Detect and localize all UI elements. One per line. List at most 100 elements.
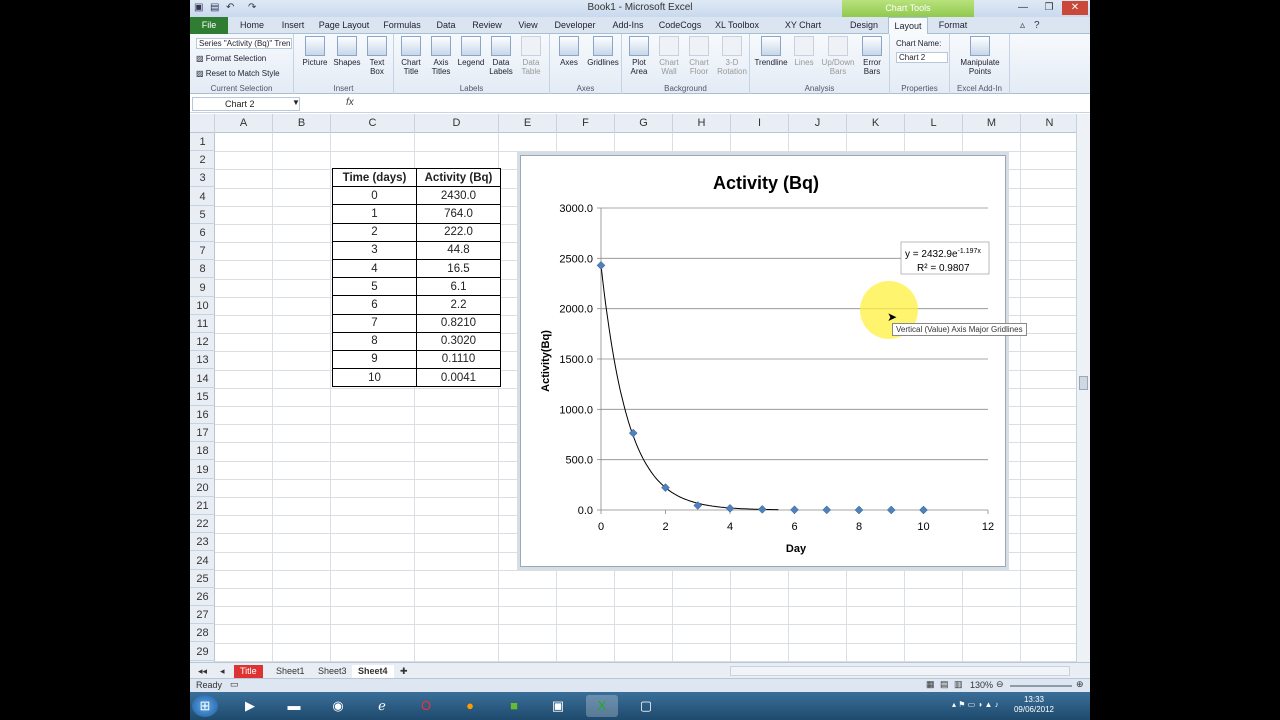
row-header-20[interactable]: 20 [190,479,215,497]
zoom-in-icon[interactable]: ⊕ [1076,679,1084,690]
row-header-11[interactable]: 11 [190,315,215,333]
time-cell[interactable]: 1 [332,204,417,224]
lines-button[interactable]: Lines [790,36,818,67]
minecraft-icon[interactable]: ■ [498,695,530,717]
zoom-out-icon[interactable]: ⊖ [996,679,1004,690]
time-cell[interactable]: 3 [332,240,417,260]
data-labels-button[interactable]: Data Labels [486,36,516,76]
zoom-slider[interactable] [1010,685,1072,687]
activity-cell[interactable]: 0.1110 [416,349,501,370]
tab-xl-toolbox[interactable]: XL Toolbox [714,17,760,34]
tab-add-ins[interactable]: Add-Ins [610,17,646,34]
prev-sheet-icon[interactable]: ◂ [214,665,231,678]
gridlines-button[interactable]: Gridlines [586,36,620,67]
column-header-g[interactable]: G [615,114,673,133]
row-header-10[interactable]: 10 [190,297,215,315]
data-point[interactable] [822,505,832,515]
chart-title-button[interactable]: Chart Title [396,36,426,76]
row-header-6[interactable]: 6 [190,224,215,242]
format-selection-button[interactable]: ▨ Format Selection [196,54,266,63]
row-header-26[interactable]: 26 [190,588,215,606]
data-point[interactable] [757,505,767,514]
restore-icon[interactable]: ❐ [1036,1,1062,15]
manipulate-points-button[interactable]: Manipulate Points [956,36,1004,76]
tab-formulas[interactable]: Formulas [382,17,422,34]
tab-layout[interactable]: Layout [888,17,928,35]
text-box-button[interactable]: Text Box [362,36,392,76]
time-cell[interactable]: 10 [332,368,417,388]
tab-file[interactable]: File [190,17,228,34]
row-header-14[interactable]: 14 [190,370,215,388]
up-down-bars-button[interactable]: Up/Down Bars [820,36,856,76]
tab-review[interactable]: Review [472,17,502,34]
tab-data[interactable]: Data [434,17,458,34]
reset-style-button[interactable]: ▨ Reset to Match Style [196,69,280,78]
column-header-l[interactable]: L [905,114,963,133]
row-header-25[interactable]: 25 [190,570,215,588]
activity-cell[interactable]: 0.8210 [416,313,501,333]
data-point[interactable] [790,505,799,515]
time-cell[interactable]: 2 [332,222,417,242]
chart-title[interactable]: Activity (Bq) [713,173,819,193]
insert-function-icon[interactable]: fx [346,97,354,108]
activity-cell[interactable]: 764.0 [416,204,501,224]
axes-button[interactable]: Axes [554,36,584,67]
column-header-a[interactable]: A [215,114,273,133]
formula-input[interactable] [362,97,1076,111]
activity-cell[interactable]: 2.2 [416,295,501,315]
header-time[interactable]: Time (days) [332,167,417,188]
3d-rotation-button[interactable]: 3-D Rotation [716,36,748,76]
row-header-5[interactable]: 5 [190,206,215,224]
chevron-down-icon[interactable]: ▼ [292,98,300,107]
row-header-22[interactable]: 22 [190,515,215,534]
tab-xy-chart-labels[interactable]: XY Chart Labels [772,17,834,47]
row-header-19[interactable]: 19 [190,461,215,479]
row-header-21[interactable]: 21 [190,497,215,515]
excel-taskbar-icon[interactable]: X [586,695,618,717]
activity-cell[interactable]: 222.0 [416,222,501,242]
column-header-j[interactable]: J [789,114,847,133]
row-header-15[interactable]: 15 [190,388,215,406]
activity-cell[interactable]: 0.0041 [416,368,501,388]
view-normal-icon[interactable]: ▦ [926,679,935,690]
row-header-17[interactable]: 17 [190,424,215,443]
row-header-16[interactable]: 16 [190,406,215,424]
row-header-8[interactable]: 8 [190,260,215,279]
folder-icon[interactable]: ▬ [278,695,310,717]
macro-record-icon[interactable]: ▭ [230,679,239,690]
y-axis-title[interactable]: Activity(Bq) [540,330,552,392]
activity-cell[interactable]: 6.1 [416,277,501,297]
column-header-b[interactable]: B [273,114,331,133]
tab-developer[interactable]: Developer [553,17,597,34]
collapse-ribbon-icon[interactable]: ▵ [1020,20,1025,31]
picture-button[interactable]: Picture [300,36,330,67]
chart-element-dropdown[interactable]: Series "Activity (Bq)" Tren [196,38,292,49]
row-header-23[interactable]: 23 [190,533,215,552]
column-header-c[interactable]: C [331,114,415,133]
sheet-tab-sheet1[interactable]: Sheet1 [270,665,311,678]
axis-titles-button[interactable]: Axis Titles [426,36,456,76]
column-header-n[interactable]: N [1021,114,1076,133]
chart-object[interactable]: Activity (Bq) Activity(Bq) Day 0.0 500.0 1… [517,152,1009,570]
chart-area[interactable]: Activity (Bq) Activity(Bq) Day 0.0 500.0 1… [520,155,1006,567]
name-box[interactable]: Chart 2 [192,97,300,111]
row-header-7[interactable]: 7 [190,242,215,261]
row-header-12[interactable]: 12 [190,333,215,352]
system-clock[interactable]: 13:33 09/06/2012 [1014,695,1054,715]
time-cell[interactable]: 6 [332,295,417,315]
tab-design[interactable]: Design [846,17,882,34]
column-header-i[interactable]: I [731,114,789,133]
row-header-18[interactable]: 18 [190,442,215,461]
sheet-tab-sheet3[interactable]: Sheet3 [312,665,353,678]
tab-insert[interactable]: Insert [278,17,308,34]
trendline[interactable] [600,265,779,511]
sheet-tab-title[interactable]: Title [234,665,263,678]
trendline-label[interactable]: y = 2432.9e-1.197x R² = 0.9807 [900,241,990,275]
row-header-28[interactable]: 28 [190,624,215,643]
row-header-9[interactable]: 9 [190,279,215,297]
data-point[interactable] [596,261,606,270]
time-cell[interactable]: 0 [332,186,417,206]
activity-cell[interactable]: 2430.0 [416,186,501,206]
column-header-e[interactable]: E [499,114,557,133]
row-header-29[interactable]: 29 [190,643,215,661]
